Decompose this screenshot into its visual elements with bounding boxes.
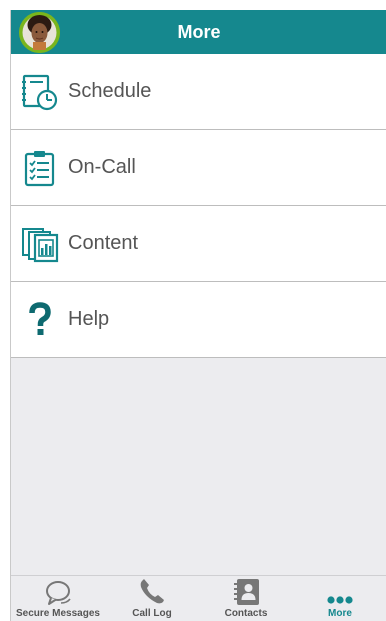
on-call-clipboard-icon	[21, 149, 59, 187]
schedule-icon	[21, 73, 59, 111]
menu-item-help[interactable]: Help	[11, 282, 386, 358]
tab-contacts[interactable]: Contacts	[199, 576, 293, 621]
tab-secure-messages[interactable]: Secure Messages	[11, 576, 105, 621]
more-menu: Schedule On-Call Content Help	[11, 54, 386, 358]
speech-bubbles-icon	[43, 577, 73, 607]
contacts-book-icon	[231, 577, 261, 607]
tab-label: Secure Messages	[16, 608, 100, 619]
tab-label: More	[328, 608, 352, 619]
tab-call-log[interactable]: Call Log	[105, 576, 199, 621]
menu-item-label: On-Call	[68, 156, 136, 178]
tab-label: Call Log	[132, 608, 172, 619]
phone-icon	[137, 577, 167, 607]
bottom-tab-bar: Secure Messages Call Log Contacts More	[11, 575, 386, 621]
menu-item-label: Schedule	[68, 80, 152, 102]
menu-item-content[interactable]: Content	[11, 206, 386, 282]
help-question-icon	[21, 301, 59, 339]
menu-item-label: Content	[68, 232, 139, 254]
app-frame: More Schedule On-Call Content Help Secur…	[10, 10, 386, 621]
tab-more[interactable]: More	[293, 576, 386, 621]
menu-item-schedule[interactable]: Schedule	[11, 54, 386, 130]
page-title: More	[177, 22, 221, 42]
menu-item-label: Help	[68, 308, 110, 330]
content-chart-icon	[21, 225, 59, 263]
tab-label: Contacts	[224, 608, 268, 619]
more-dots-icon	[325, 577, 355, 607]
header-bar: More	[11, 10, 386, 54]
menu-item-on-call[interactable]: On-Call	[11, 130, 386, 206]
